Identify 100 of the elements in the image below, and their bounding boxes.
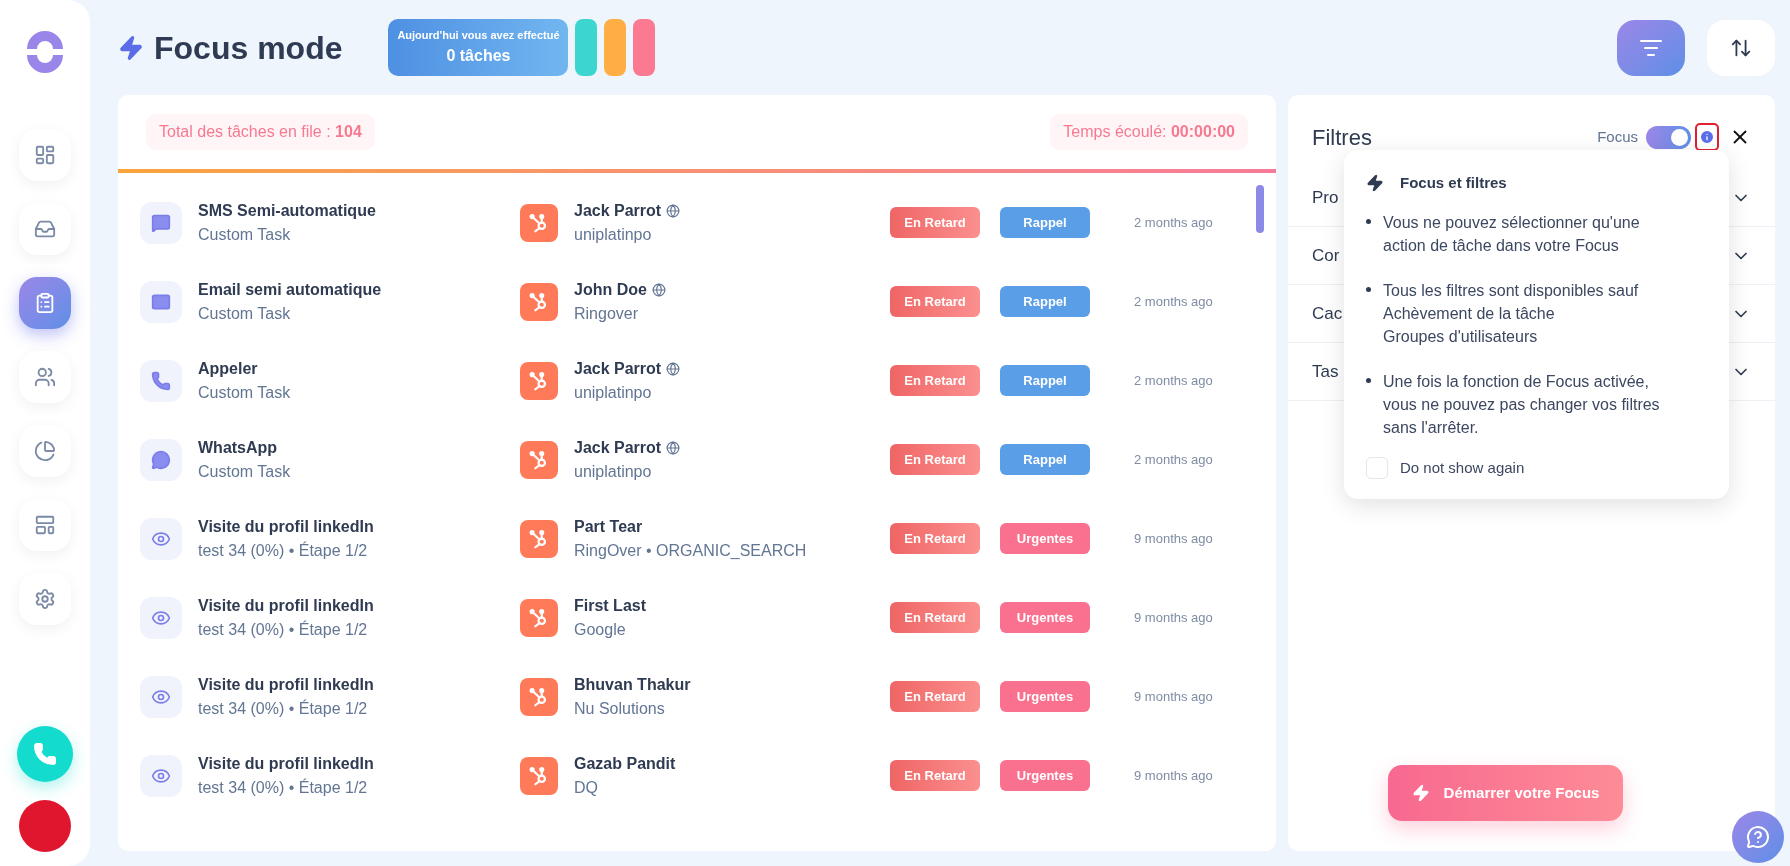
task-title: Visite du profil linkedIn xyxy=(198,674,375,695)
company-name: RingOver • ORGANIC_SEARCH xyxy=(574,540,808,561)
globe-icon xyxy=(651,282,666,297)
contact-name: Jack Parrot xyxy=(574,437,662,458)
bolt-icon xyxy=(1366,174,1384,193)
company-name: Google xyxy=(574,619,627,640)
focus-toggle[interactable] xyxy=(1646,125,1691,149)
status-tag: En Retard xyxy=(890,523,980,554)
contact-name: Jack Parrot xyxy=(574,358,662,379)
task-title: Email semi automatique xyxy=(198,279,383,300)
status-tag: En Retard xyxy=(890,286,980,317)
category-tag: Rappel xyxy=(1000,444,1090,475)
sidebar-item[interactable] xyxy=(19,425,71,477)
popover-text: Une fois la fonction de Focus activée, vous ne pouvez pas changer vos filtres sans l'arrêter. xyxy=(1383,371,1661,438)
globe-icon xyxy=(666,440,681,455)
contact-name: John Doe xyxy=(574,279,647,300)
company-name: Nu Solutions xyxy=(574,698,666,719)
bolt-icon xyxy=(118,34,144,61)
elapsed-time: Temps écoulé: 00:00:00 xyxy=(1050,114,1248,150)
task-time: 2 months ago xyxy=(1133,213,1214,232)
summary-count: 0 tâches xyxy=(446,45,511,66)
scrollbar-thumb[interactable] xyxy=(1256,185,1264,233)
category-tag: Rappel xyxy=(1000,286,1090,317)
task-time: 9 months ago xyxy=(1133,766,1214,785)
people-icon xyxy=(34,366,56,388)
task-time: 9 months ago xyxy=(1133,608,1214,627)
task-subtitle: Custom Task xyxy=(198,303,292,324)
popover-text: Vous ne pouvez sélectionner qu'une action de tâche dans votre Focus xyxy=(1383,212,1641,256)
help-button[interactable] xyxy=(1732,811,1784,863)
popover-text: Tous les filtres sont disponibles sauf xyxy=(1383,280,1640,301)
task-subtitle: test 34 (0%) • Étape 1/2 xyxy=(198,619,369,640)
hub-logo-icon xyxy=(520,361,558,400)
task-time: 2 months ago xyxy=(1133,450,1214,469)
task-time: 9 months ago xyxy=(1133,687,1214,706)
company-name: uniplatinpo xyxy=(574,382,653,403)
filter-button[interactable] xyxy=(1617,19,1685,76)
company-name: uniplatinpo xyxy=(574,461,653,482)
hub-logo-icon xyxy=(520,203,558,242)
task-title: Visite du profil linkedIn xyxy=(198,753,375,774)
task-subtitle: test 34 (0%) • Étape 1/2 xyxy=(198,540,369,561)
category-tag: Rappel xyxy=(1000,207,1090,238)
sidebar-item[interactable] xyxy=(19,499,71,551)
info-icon xyxy=(1699,129,1715,145)
layout-icon xyxy=(34,514,56,536)
task-subtitle: test 34 (0%) • Étape 1/2 xyxy=(198,777,369,798)
status-tag: En Retard xyxy=(890,602,980,633)
phone-icon xyxy=(33,742,57,766)
task-title: Appeler xyxy=(198,358,259,379)
company-name: uniplatinpo xyxy=(574,224,653,245)
task-subtitle: Custom Task xyxy=(198,461,292,482)
status-tag: En Retard xyxy=(890,365,980,396)
sort-button[interactable] xyxy=(1707,19,1775,76)
page-title: Focus mode xyxy=(154,28,343,68)
globe-icon xyxy=(666,361,681,376)
hub-logo-icon xyxy=(520,677,558,716)
popover-text: Groupes d'utilisateurs xyxy=(1383,326,1539,347)
task-title: Visite du profil linkedIn xyxy=(198,516,375,537)
hub-logo-icon xyxy=(520,519,558,558)
task-subtitle: test 34 (0%) • Étape 1/2 xyxy=(198,698,369,719)
task-title: SMS Semi-automatique xyxy=(198,200,377,221)
sidebar-item[interactable] xyxy=(19,129,71,181)
help-icon xyxy=(1746,825,1770,849)
phone-icon xyxy=(151,370,171,391)
popover-text: Achèvement de la tâche xyxy=(1383,303,1556,324)
task-title: WhatsApp xyxy=(198,437,279,458)
filters-title: Filtres xyxy=(1312,123,1372,152)
bolt-icon xyxy=(1411,784,1430,802)
contact-name: First Last xyxy=(574,595,646,616)
category-tag: Urgentes xyxy=(1000,602,1090,633)
hub-logo-icon xyxy=(520,440,558,479)
status-tag: En Retard xyxy=(890,207,980,238)
popover-title: Focus et filtres xyxy=(1400,173,1507,193)
category-tag: Urgentes xyxy=(1000,760,1090,791)
sidebar-item[interactable] xyxy=(19,573,71,625)
dashboard-icon xyxy=(34,144,56,166)
task-time: 9 months ago xyxy=(1133,529,1214,548)
status-tag: En Retard xyxy=(890,444,980,475)
company-name: DQ xyxy=(574,777,599,798)
task-time: 2 months ago xyxy=(1133,371,1214,390)
contact-name: Jack Parrot xyxy=(574,200,662,221)
task-subtitle: Custom Task xyxy=(198,224,292,245)
sidebar-item[interactable] xyxy=(19,203,71,255)
sidebar-item[interactable] xyxy=(19,351,71,403)
start-focus-button[interactable]: Démarrer votre Focus xyxy=(1387,765,1624,821)
phone-button[interactable] xyxy=(17,726,73,782)
category-tag: Urgentes xyxy=(1000,523,1090,554)
hub-logo-icon xyxy=(520,598,558,637)
sidebar-item[interactable] xyxy=(19,277,71,329)
chat-bubble-icon xyxy=(151,212,171,233)
category-tag: Urgentes xyxy=(1000,681,1090,712)
avatar[interactable] xyxy=(19,800,71,852)
pie-chart-icon xyxy=(34,440,56,462)
globe-icon xyxy=(666,203,681,218)
task-title: Visite du profil linkedIn xyxy=(198,595,375,616)
hub-logo-icon xyxy=(520,756,558,795)
contact-name: Part Tear xyxy=(574,516,643,537)
checkbox[interactable] xyxy=(1366,456,1388,479)
contact-name: Bhuvan Thakur xyxy=(574,674,691,695)
checkbox-label: Do not show again xyxy=(1400,457,1525,478)
category-tag: Rappel xyxy=(1000,365,1090,396)
